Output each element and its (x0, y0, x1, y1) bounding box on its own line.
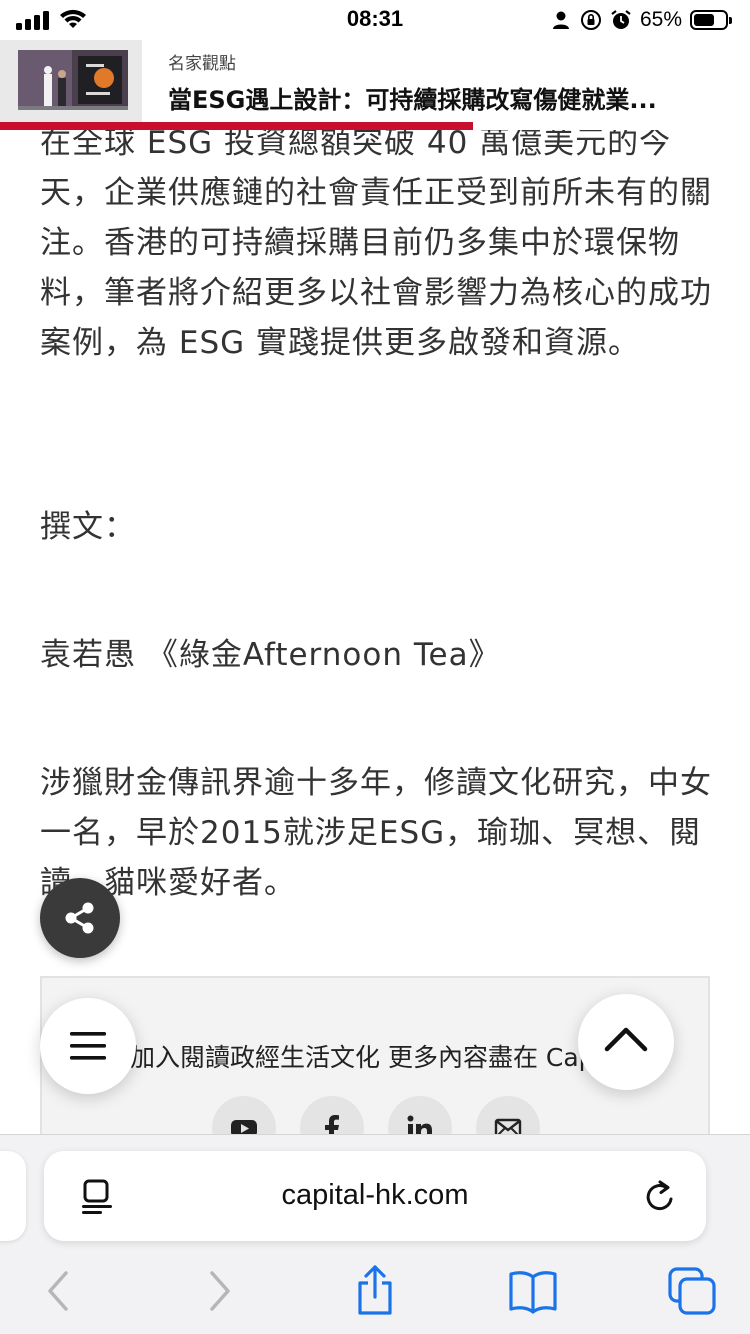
person-icon (552, 11, 569, 29)
author-name: 袁若愚 《綠金Afternoon Tea》 (40, 637, 501, 673)
article-category: 名家觀點 (168, 54, 236, 74)
floating-menu-button[interactable] (40, 998, 136, 1094)
youtube-button[interactable] (212, 1096, 276, 1134)
author-label: 撰文： (40, 509, 136, 545)
alarm-icon (611, 10, 631, 29)
tabs-icon (668, 1267, 716, 1315)
reading-progress-bar (0, 122, 750, 130)
article-sticky-header[interactable]: 名家觀點 當ESG遇上設計：可持續採購改寫傷健就業... (0, 40, 750, 122)
back-button[interactable] (32, 1265, 84, 1317)
battery-icon (690, 10, 732, 30)
orientation-lock-icon (580, 10, 601, 30)
linkedin-button[interactable] (388, 1096, 452, 1134)
reload-icon[interactable] (642, 1179, 678, 1215)
share-card-text: 加入閱讀政經生活文化 更多內容盡在 Capital (130, 1043, 590, 1072)
email-button[interactable] (476, 1096, 540, 1134)
address-bar[interactable]: capital-hk.com (44, 1151, 706, 1241)
email-icon (494, 1118, 522, 1134)
article-paragraph: 在全球 ESG 投資總額突破 40 萬億美元的今天，企業供應鏈的社會責任正受到前… (40, 130, 712, 361)
chevron-up-icon (604, 1027, 648, 1052)
floating-share-button[interactable] (40, 878, 120, 958)
linkedin-icon (407, 1115, 432, 1134)
battery-percent: 65% (639, 8, 682, 31)
share-icon (358, 1265, 392, 1315)
browser-toolbar (0, 1265, 750, 1317)
back-icon (48, 1271, 68, 1311)
article-thumbnail[interactable] (0, 40, 142, 122)
bookmarks-button[interactable] (507, 1265, 559, 1317)
youtube-icon (231, 1120, 257, 1134)
browser-bottom-bar: capital-hk.com (0, 1134, 750, 1334)
status-bar: 08:31 65% (0, 0, 750, 40)
back-to-top-button[interactable] (578, 994, 674, 1090)
article-title[interactable]: 當ESG遇上設計：可持續採購改寫傷健就業... (168, 80, 733, 115)
facebook-icon (325, 1115, 339, 1134)
share-icon (65, 902, 94, 934)
reading-progress-fill (0, 122, 473, 130)
forward-button[interactable] (194, 1265, 246, 1317)
forward-icon (210, 1271, 230, 1311)
author-bio: 涉獵財金傳訊界逾十多年，修讀文化研究，中女一名，早於2015就涉足ESG，瑜珈、… (40, 765, 712, 901)
hamburger-menu-icon (70, 1032, 106, 1060)
previous-tab-peek[interactable] (0, 1151, 26, 1241)
share-button[interactable] (349, 1265, 401, 1317)
article-body: 在全球 ESG 投資總額突破 40 萬億美元的今天，企業供應鏈的社會責任正受到前… (0, 130, 750, 1134)
bookmarks-icon (509, 1271, 557, 1314)
tabs-button[interactable] (666, 1265, 718, 1317)
facebook-button[interactable] (300, 1096, 364, 1134)
url-text[interactable]: capital-hk.com (44, 1179, 706, 1212)
